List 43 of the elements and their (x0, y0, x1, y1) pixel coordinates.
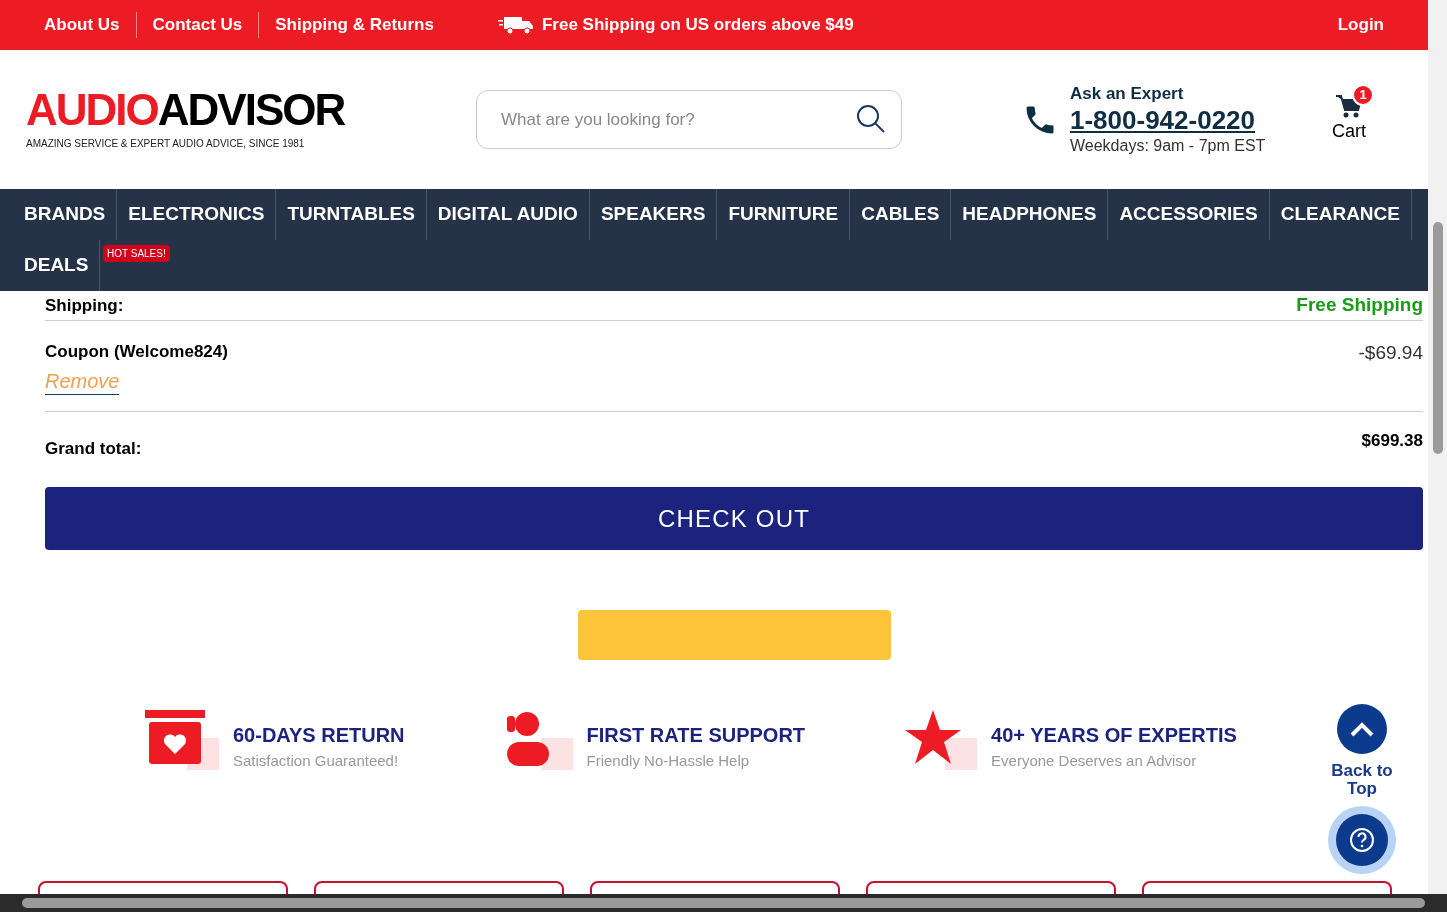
delivery-truck-icon (497, 15, 534, 35)
nav-item[interactable]: SPEAKERS (589, 189, 717, 240)
logo[interactable]: AUDIOADVISOR AMAZING SERVICE & EXPERT AUDIO ADVICE, SINCE 1981 (26, 88, 356, 151)
login-link[interactable]: Login (1337, 12, 1384, 38)
feature-subtitle: Satisfaction Guaranteed! (233, 751, 400, 771)
search-field[interactable]: What are you looking for? (476, 90, 902, 149)
promo-text: Free Shipping on US orders above $49 (541, 14, 854, 37)
shipping-value: Free Shipping (1296, 293, 1423, 318)
nav-item[interactable]: HEADPHONES (951, 189, 1108, 240)
phone-link[interactable]: 1-800-942-0220 (1070, 103, 1266, 137)
help-icon (1349, 827, 1375, 853)
nav-item[interactable]: ACCESSORIES (1108, 189, 1269, 240)
coupon-value: -$69.94 (1358, 341, 1423, 365)
shipping-label: Shipping: (45, 294, 124, 317)
gift-box-icon (145, 710, 221, 772)
feature-title: 40+ YEARS OF EXPERTIS (991, 723, 1237, 748)
grand-total-label: Grand total: (45, 437, 142, 460)
coupon-label: Coupon (Welcome824) (45, 341, 228, 363)
ask-expert-label: Ask an Expert (1070, 82, 1185, 104)
nav-item[interactable]: ELECTRONICS (117, 189, 276, 240)
search-icon[interactable] (856, 104, 886, 134)
top-link[interactable]: About Us (28, 12, 136, 38)
nav-item[interactable]: CABLES (850, 189, 951, 240)
star-icon (905, 710, 980, 772)
nav-item[interactable]: CLEARANCE (1269, 189, 1411, 240)
nav-item[interactable]: FURNITURE (717, 189, 850, 240)
hours-text: Weekdays: 9am - 7pm EST (1070, 136, 1266, 157)
feature-title: FIRST RATE SUPPORT (586, 723, 806, 748)
hot-sales-badge: HOT SALES! (103, 245, 170, 262)
nav-item[interactable]: BRANDS (13, 189, 117, 240)
top-link[interactable]: Contact Us (135, 12, 259, 38)
chevron-up-icon (1350, 721, 1374, 737)
support-agent-icon (504, 710, 575, 772)
feature-subtitle: Friendly No-Hassle Help (586, 751, 751, 771)
grand-total-value: $699.38 (1361, 429, 1423, 452)
top-link[interactable]: Shipping & Returns (258, 12, 450, 38)
nav-item[interactable]: DEALS (13, 240, 100, 291)
cart-count-badge: 1 (1352, 84, 1374, 106)
checkout-button[interactable]: CHECK OUT (45, 487, 1423, 550)
feature-subtitle: Everyone Deserves an Advisor (991, 751, 1198, 771)
nav-item[interactable]: DIGITAL AUDIO (426, 189, 589, 240)
nav-item[interactable]: TURNTABLES (276, 189, 426, 240)
feature-title: 60-DAYS RETURN (233, 723, 405, 748)
